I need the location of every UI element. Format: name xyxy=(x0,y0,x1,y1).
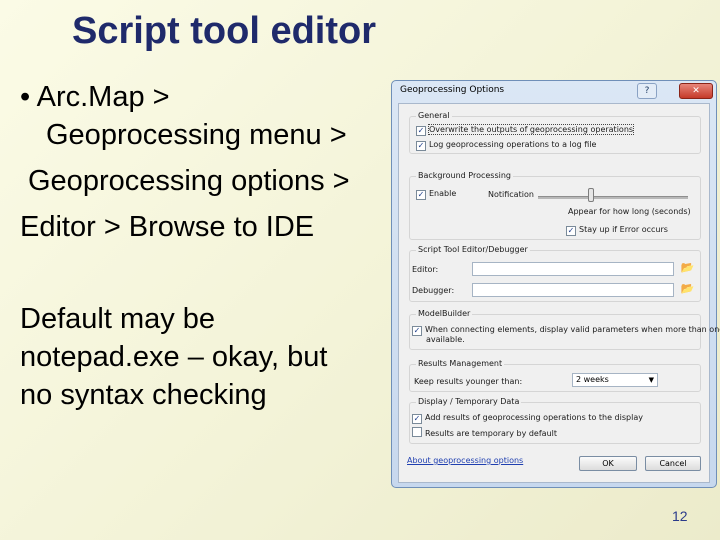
dialog-titlebar[interactable]: Geoprocessing Options ? ✕ xyxy=(392,81,716,101)
log-option[interactable]: ✓ Log geoprocessing operations to a log f… xyxy=(416,140,596,151)
stay-up-option[interactable]: ✓ Stay up if Error occurs xyxy=(566,225,668,236)
enable-checkbox[interactable]: ✓ xyxy=(416,190,426,200)
editor-browse-folder-icon[interactable]: 📂 xyxy=(680,261,695,276)
connect-checkbox[interactable]: ✓ xyxy=(412,326,422,336)
close-button[interactable]: ✕ xyxy=(679,83,713,99)
bullet-line-4: Editor > Browse to IDE xyxy=(20,211,315,243)
notification-slider-thumb[interactable] xyxy=(587,188,594,202)
help-button[interactable]: ? xyxy=(637,83,657,99)
general-group: General ✓ Overwrite the outputs of geopro… xyxy=(409,111,701,154)
connect-label-continued: available. xyxy=(426,335,465,344)
modelbuilder-group: ModelBuilder ✓ When connecting elements, … xyxy=(409,309,720,350)
debugger-label: Debugger: xyxy=(412,286,455,295)
keep-results-select[interactable]: 2 weeks ▼ xyxy=(572,373,658,387)
general-group-label: General xyxy=(416,111,452,120)
log-label: Log geoprocessing operations to a log fi… xyxy=(429,140,597,149)
debugger-browse-folder-icon[interactable]: 📂 xyxy=(680,282,695,297)
note-line-2: notepad.exe – okay, but xyxy=(20,341,328,373)
results-management-group: Results Management Keep results younger … xyxy=(409,359,701,392)
results-group-label: Results Management xyxy=(416,359,505,368)
dialog-body: General ✓ Overwrite the outputs of geopro… xyxy=(398,103,720,483)
note-line-1: Default may be xyxy=(20,303,216,335)
add-results-option[interactable]: ✓ Add results of geoprocessing operations… xyxy=(412,413,643,424)
temporary-option[interactable]: Results are temporary by default xyxy=(412,427,557,438)
connect-label: When connecting elements, display valid … xyxy=(425,325,720,334)
slide-title: Script tool editor xyxy=(72,10,376,52)
temporary-checkbox[interactable] xyxy=(412,427,422,437)
script-tool-group-label: Script Tool Editor/Debugger xyxy=(416,245,530,254)
ok-button[interactable]: OK xyxy=(579,456,637,471)
chevron-down-icon: ▼ xyxy=(648,376,654,384)
notification-label: Notification xyxy=(488,190,534,199)
background-group-label: Background Processing xyxy=(416,171,513,180)
keep-results-value: 2 weeks xyxy=(576,375,609,384)
add-results-label: Add results of geoprocessing operations … xyxy=(425,413,643,422)
enable-option[interactable]: ✓ Enable xyxy=(416,189,456,200)
note-line-3: no syntax checking xyxy=(20,379,267,411)
log-checkbox[interactable]: ✓ xyxy=(416,141,426,151)
slide-number: 12 xyxy=(672,508,688,524)
notification-slider-track[interactable] xyxy=(538,196,688,199)
stay-up-label: Stay up if Error occurs xyxy=(579,225,668,234)
debugger-input[interactable] xyxy=(472,283,674,297)
temporary-label: Results are temporary by default xyxy=(425,429,557,438)
editor-input[interactable] xyxy=(472,262,674,276)
display-group: Display / Temporary Data ✓ Add results of… xyxy=(409,397,701,444)
bullet-line-1: • Arc.Map > xyxy=(20,81,170,113)
bullet-line-2: Geoprocessing menu > xyxy=(46,119,347,151)
keep-results-label: Keep results younger than: xyxy=(414,377,523,386)
enable-label: Enable xyxy=(429,189,457,198)
about-geoprocessing-link[interactable]: About geoprocessing options xyxy=(407,456,523,465)
modelbuilder-group-label: ModelBuilder xyxy=(416,309,473,318)
script-tool-group: Script Tool Editor/Debugger Editor: 📂 De… xyxy=(409,245,701,302)
add-results-checkbox[interactable]: ✓ xyxy=(412,414,422,424)
editor-label: Editor: xyxy=(412,265,439,274)
overwrite-label: Overwrite the outputs of geoprocessing o… xyxy=(427,124,635,135)
display-group-label: Display / Temporary Data xyxy=(416,397,522,406)
dialog-title: Geoprocessing Options xyxy=(400,85,505,95)
overwrite-option[interactable]: ✓ Overwrite the outputs of geoprocessing … xyxy=(416,124,635,136)
background-processing-group: Background Processing ✓ Enable Notificati… xyxy=(409,171,701,240)
bullet-line-3: Geoprocessing options > xyxy=(28,165,350,197)
stay-up-checkbox[interactable]: ✓ xyxy=(566,226,576,236)
geoprocessing-options-dialog: Geoprocessing Options ? ✕ General ✓ Overw… xyxy=(391,80,720,488)
overwrite-checkbox[interactable]: ✓ xyxy=(416,126,426,136)
cancel-button[interactable]: Cancel xyxy=(645,456,701,471)
appear-duration-label: Appear for how long (seconds) xyxy=(568,207,691,216)
